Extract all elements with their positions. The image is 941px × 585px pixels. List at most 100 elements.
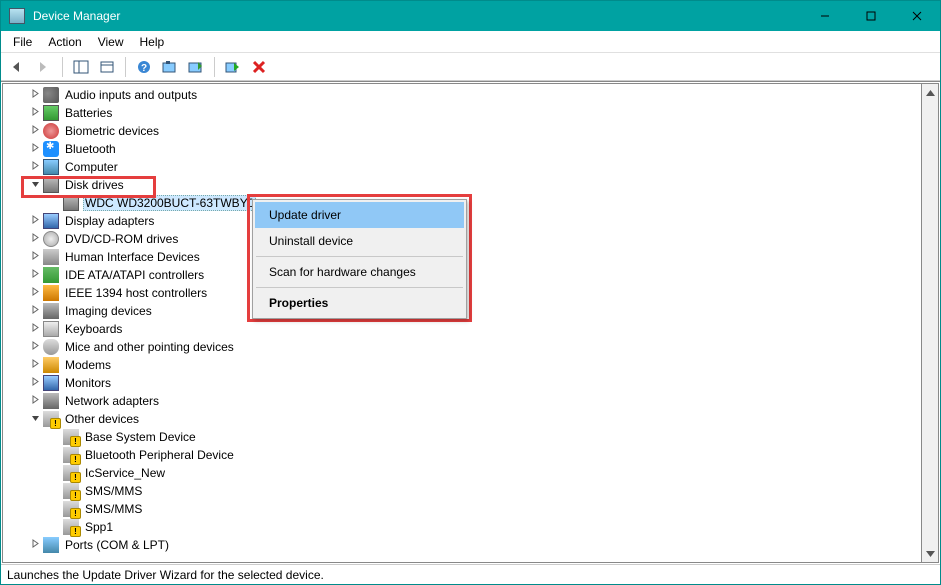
enable-device-button[interactable] — [222, 56, 244, 78]
content-area: Audio inputs and outputsBatteries Biometr… — [1, 81, 940, 564]
tree-item-label: Other devices — [63, 412, 141, 426]
properties-button[interactable] — [96, 56, 118, 78]
bio-icon — [43, 123, 59, 139]
device-category[interactable]: Modems — [3, 356, 921, 374]
collapse-icon[interactable] — [27, 413, 43, 425]
toolbar-sep — [125, 57, 126, 77]
hid-icon — [43, 249, 59, 265]
expand-icon[interactable] — [27, 305, 43, 317]
device-item[interactable]: IcService_New — [3, 464, 921, 482]
device-category[interactable]: Mice and other pointing devices — [3, 338, 921, 356]
expand-icon[interactable] — [27, 107, 43, 119]
expand-icon[interactable] — [27, 341, 43, 353]
warn-icon — [63, 447, 79, 463]
device-category[interactable]: Bluetooth — [3, 140, 921, 158]
expand-icon[interactable] — [27, 395, 43, 407]
expand-icon[interactable] — [27, 359, 43, 371]
tree-item-label: Modems — [63, 358, 113, 372]
menu-view[interactable]: View — [90, 33, 132, 51]
context-menu-item[interactable]: Uninstall device — [255, 228, 464, 254]
warn-icon — [63, 429, 79, 445]
device-category[interactable]: Monitors — [3, 374, 921, 392]
menu-divider — [256, 287, 463, 288]
update-driver-button[interactable] — [185, 56, 207, 78]
device-category[interactable]: Audio inputs and outputs — [3, 86, 921, 104]
tree-item-label: Spp1 — [83, 520, 115, 534]
scroll-up-button[interactable] — [922, 84, 938, 101]
img-icon — [43, 303, 59, 319]
expand-icon[interactable] — [27, 269, 43, 281]
uninstall-device-button[interactable] — [248, 56, 270, 78]
maximize-button[interactable] — [848, 1, 894, 31]
tree-item-label: WDC WD3200BUCT-63TWBY0 — [83, 195, 256, 211]
expand-icon[interactable] — [27, 323, 43, 335]
pc-icon — [43, 159, 59, 175]
device-item[interactable]: SMS/MMS — [3, 500, 921, 518]
menu-action[interactable]: Action — [40, 33, 89, 51]
expand-icon[interactable] — [27, 251, 43, 263]
vertical-scrollbar[interactable] — [922, 83, 939, 563]
device-category[interactable]: Keyboards — [3, 320, 921, 338]
expand-icon[interactable] — [27, 287, 43, 299]
tree-container: Audio inputs and outputsBatteries Biometr… — [2, 83, 922, 563]
mon-icon — [43, 375, 59, 391]
status-text: Launches the Update Driver Wizard for th… — [7, 568, 324, 582]
expand-icon[interactable] — [27, 125, 43, 137]
context-menu-item[interactable]: Update driver — [255, 202, 464, 228]
device-category[interactable]: Disk drives — [3, 176, 921, 194]
menu-divider — [256, 256, 463, 257]
tree-item-label: IEEE 1394 host controllers — [63, 286, 209, 300]
titlebar[interactable]: Device Manager — [1, 1, 940, 31]
net-icon — [43, 393, 59, 409]
scan-hardware-button[interactable] — [159, 56, 181, 78]
tree-item-label: Disk drives — [63, 178, 126, 192]
expand-icon[interactable] — [27, 161, 43, 173]
collapse-icon[interactable] — [27, 179, 43, 191]
warn-icon — [63, 519, 79, 535]
show-hide-tree-button[interactable] — [70, 56, 92, 78]
bt-icon — [43, 141, 59, 157]
expand-icon[interactable] — [27, 377, 43, 389]
expand-icon[interactable] — [27, 233, 43, 245]
modem-icon — [43, 357, 59, 373]
device-category[interactable]: Network adapters — [3, 392, 921, 410]
close-button[interactable] — [894, 1, 940, 31]
batt-icon — [43, 105, 59, 121]
minimize-button[interactable] — [802, 1, 848, 31]
device-category[interactable]: Ports (COM & LPT) — [3, 536, 921, 554]
help-button[interactable]: ? — [133, 56, 155, 78]
disp-icon — [43, 213, 59, 229]
warn-icon — [63, 501, 79, 517]
expand-icon[interactable] — [27, 215, 43, 227]
context-menu-item[interactable]: Scan for hardware changes — [255, 259, 464, 285]
device-item[interactable]: Bluetooth Peripheral Device — [3, 446, 921, 464]
context-menu-item[interactable]: Properties — [255, 290, 464, 316]
toolbar-sep — [214, 57, 215, 77]
tree-item-label: Biometric devices — [63, 124, 161, 138]
scroll-down-button[interactable] — [922, 545, 938, 562]
svg-text:?: ? — [141, 63, 147, 74]
device-tree[interactable]: Audio inputs and outputsBatteries Biometr… — [3, 84, 921, 562]
scroll-track[interactable] — [922, 101, 938, 545]
expand-icon[interactable] — [27, 143, 43, 155]
tree-item-label: Bluetooth Peripheral Device — [83, 448, 236, 462]
menu-file[interactable]: File — [5, 33, 40, 51]
menu-help[interactable]: Help — [132, 33, 173, 51]
tree-item-label: Imaging devices — [63, 304, 154, 318]
device-category[interactable]: Other devices — [3, 410, 921, 428]
device-item[interactable]: SMS/MMS — [3, 482, 921, 500]
disk-icon — [63, 195, 79, 211]
device-category[interactable]: Biometric devices — [3, 122, 921, 140]
disk-icon — [43, 177, 59, 193]
back-button[interactable] — [7, 56, 29, 78]
window-title: Device Manager — [33, 9, 802, 23]
tree-item-label: IcService_New — [83, 466, 167, 480]
forward-button[interactable] — [33, 56, 55, 78]
expand-icon[interactable] — [27, 539, 43, 551]
device-item[interactable]: Spp1 — [3, 518, 921, 536]
device-category[interactable]: Batteries — [3, 104, 921, 122]
expand-icon[interactable] — [27, 89, 43, 101]
warn-icon — [63, 465, 79, 481]
device-category[interactable]: Computer — [3, 158, 921, 176]
device-item[interactable]: Base System Device — [3, 428, 921, 446]
